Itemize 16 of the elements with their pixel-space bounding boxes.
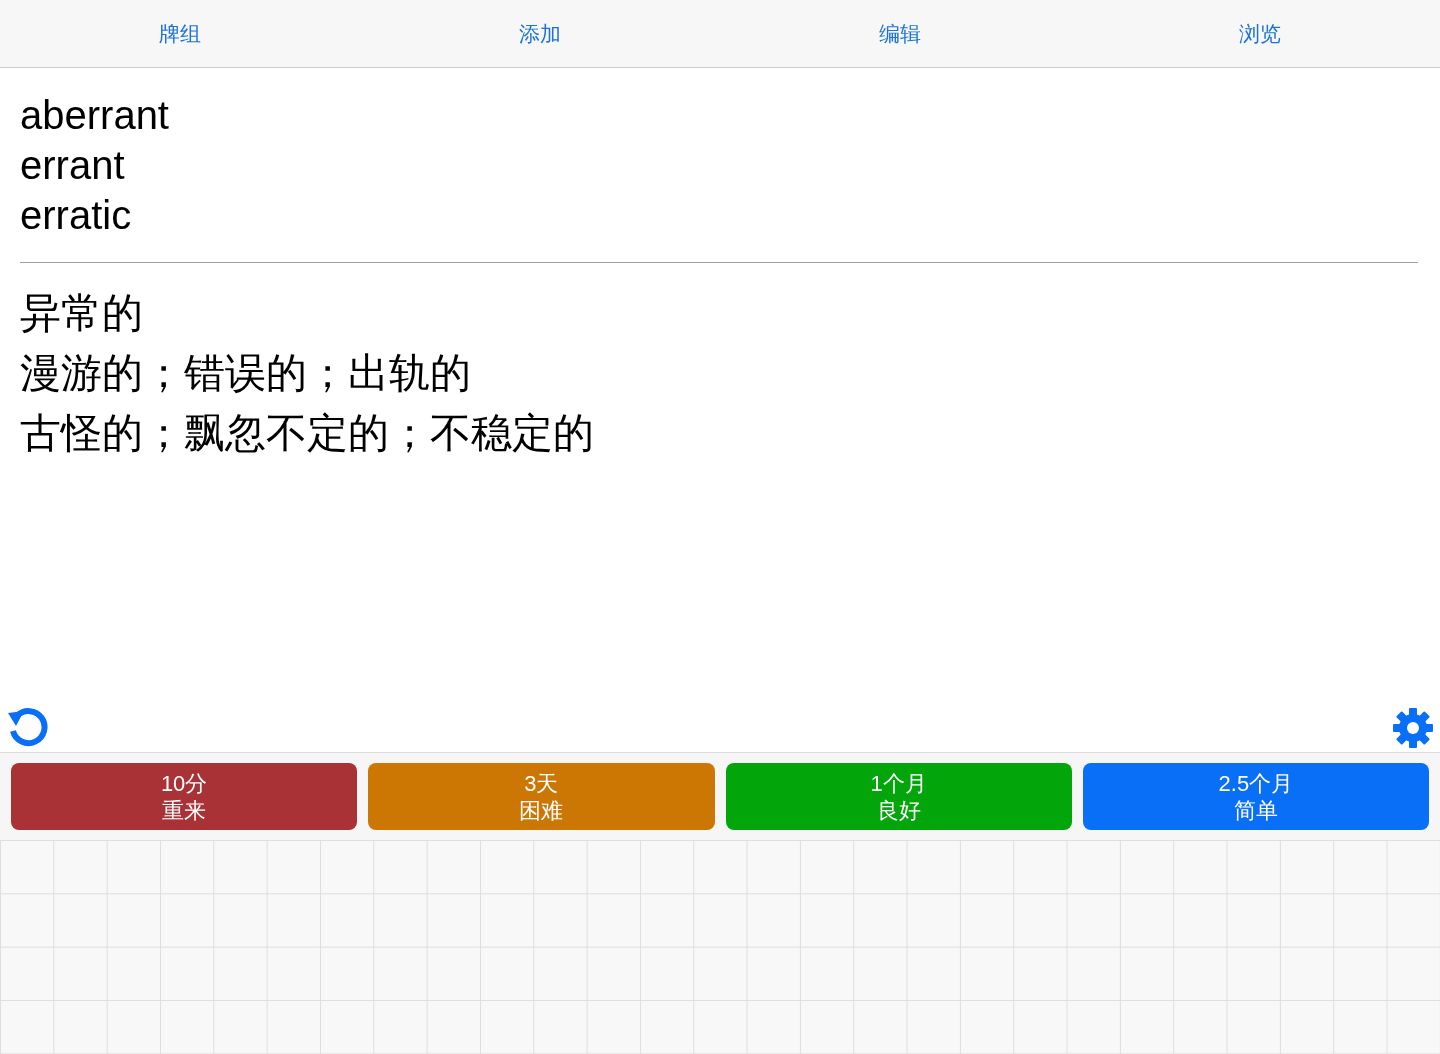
nav-tab[interactable]: 牌组 bbox=[155, 17, 205, 50]
card-back-meaning: 异常的 bbox=[20, 289, 143, 338]
answer-button[interactable]: 2.5个月 简单 bbox=[1082, 763, 1429, 830]
answer-button[interactable]: 1个月 良好 bbox=[725, 763, 1072, 830]
answer-button[interactable]: 10分 重来 bbox=[11, 763, 358, 830]
nav-tab[interactable]: 浏览 bbox=[1235, 17, 1285, 50]
settings-icon[interactable] bbox=[1392, 707, 1434, 749]
nav-tab[interactable]: 添加 bbox=[515, 17, 565, 50]
undo-icon[interactable] bbox=[6, 707, 48, 749]
card-front-word: aberrant bbox=[20, 92, 169, 139]
nav-tab[interactable]: 编辑 bbox=[875, 17, 925, 50]
card-back-meaning: 漫游的；错误的；出轨的 bbox=[20, 349, 471, 398]
card-front-word: errant bbox=[20, 142, 125, 189]
answer-button[interactable]: 3天 困难 bbox=[368, 763, 715, 830]
card-front-word: erratic bbox=[20, 192, 132, 239]
card-back-meaning: 古怪的；飘忽不定的；不稳定的 bbox=[20, 409, 594, 458]
